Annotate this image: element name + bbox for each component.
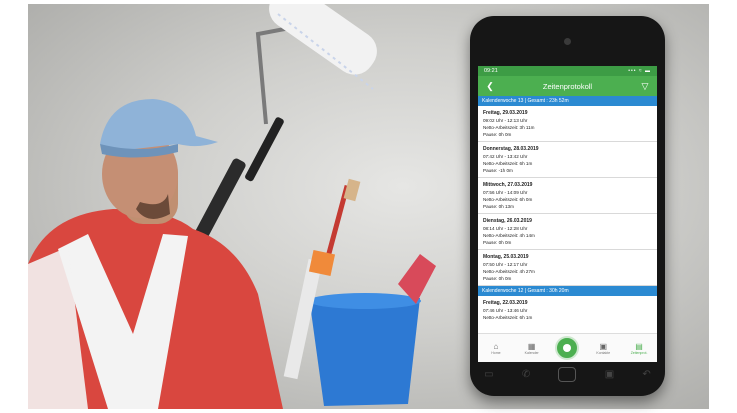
entry-net-time: Netto-Arbeitszeit: 4h 14m [483, 233, 535, 238]
entry-pause: Pause: 0h 0m [483, 240, 512, 245]
entry-time: 07:46 Uhr - 13:46 Uhr [483, 308, 528, 313]
phone-call-icon[interactable]: ✆ [522, 369, 530, 380]
entry-time: 09:02 Uhr - 12:13 Uhr [483, 118, 528, 123]
list-item[interactable]: Freitag, 29.03.2019 09:02 Uhr - 12:13 Uh… [478, 106, 657, 142]
entry-net-time: Netto-Arbeitszeit: 3h 11m [483, 125, 535, 130]
list-item[interactable]: Mittwoch, 27.03.2019 07:56 Uhr - 14:09 U… [478, 178, 657, 214]
entry-pause: Pause: 0h 13m [483, 204, 514, 209]
contacts-icon: ▣ [599, 341, 608, 351]
page-title: Zeitenprotokoll [542, 81, 593, 91]
back-key-icon[interactable]: ↶ [642, 369, 650, 380]
entry-pause: Pause: 0h 0m [483, 276, 512, 281]
time-log-icon: ▤ [635, 341, 643, 351]
recent-apps-icon[interactable]: ▭ [484, 369, 493, 380]
entry-net-time: Netto-Arbeitszeit: 6h 0m [483, 197, 533, 202]
status-time: 09:21 [484, 68, 498, 74]
home-icon: ⌂ [493, 341, 499, 351]
entry-net-time: Netto-Arbeitszeit: 4h 27m [483, 269, 535, 274]
nav-contacts[interactable]: ▣ Kontakte [591, 342, 615, 355]
nav-home[interactable]: ⌂ Home [484, 342, 508, 355]
week-header: Kalenderwoche 12 | Gesamt : 30h 20m [478, 286, 657, 296]
entry-date: Donnerstag, 28.03.2019 [483, 146, 539, 152]
entry-net-time: Netto-Arbeitszeit: 6h 1m [483, 315, 533, 320]
entry-time: 07:56 Uhr - 14:09 Uhr [483, 190, 528, 195]
entry-date: Freitag, 22.03.2019 [483, 300, 528, 306]
phone-softkeys: ▭ ✆ ▣ ↶ [470, 367, 665, 382]
home-key-icon[interactable] [558, 367, 577, 382]
nav-label: Home [491, 350, 501, 355]
list-item[interactable]: Montag, 25.03.2019 07:50 Uhr - 12:17 Uhr… [478, 250, 657, 286]
stamp-icon [563, 344, 572, 352]
app-bar: ❮ Zeitenprotokoll ▽ [478, 76, 657, 96]
entry-date: Freitag, 29.03.2019 [483, 110, 528, 116]
bottom-navigation: ⌂ Home ▦ Kalender ▣ Kontakte ▤ Zeitenpro… [478, 333, 657, 362]
nav-calendar[interactable]: ▦ Kalender [520, 342, 544, 355]
phone-screen: 09:21 ••• ≈ ▬ ❮ Zeitenprotokoll ▽ Kalend… [478, 66, 657, 362]
entry-date: Montag, 25.03.2019 [483, 254, 529, 260]
system-status-icons: ••• ≈ ▬ [628, 68, 651, 74]
camera-icon[interactable]: ▣ [605, 369, 614, 380]
stamp-button[interactable] [555, 336, 580, 360]
list-item[interactable]: Dienstag, 26.03.2019 08:14 Uhr - 12:28 U… [478, 214, 657, 250]
nav-label: Kontakte [596, 350, 611, 355]
nav-label: Zeitenprot. [630, 350, 648, 355]
entry-pause: Pause: -1h 0m [483, 168, 513, 173]
front-camera-icon [564, 38, 571, 45]
entry-net-time: Netto-Arbeitszeit: 6h 1m [483, 161, 533, 166]
smartphone: 09:21 ••• ≈ ▬ ❮ Zeitenprotokoll ▽ Kalend… [470, 16, 665, 396]
nav-label: Kalender [524, 350, 539, 355]
entry-date: Dienstag, 26.03.2019 [483, 218, 532, 224]
week-header: Kalenderwoche 13 | Gesamt : 23h 52m [478, 96, 657, 106]
entry-date: Mittwoch, 27.03.2019 [483, 182, 533, 188]
entry-time: 07:50 Uhr - 12:17 Uhr [483, 262, 528, 267]
filter-icon[interactable]: ▽ [639, 81, 651, 92]
nav-time-log[interactable]: ▤ Zeitenprot. [627, 342, 651, 355]
entry-pause: Pause: 0h 0m [483, 132, 512, 137]
list-item[interactable]: Freitag, 22.03.2019 07:46 Uhr - 13:46 Uh… [478, 296, 657, 324]
chevron-left-icon[interactable]: ❮ [484, 81, 496, 92]
calendar-icon: ▦ [527, 341, 536, 351]
status-bar: 09:21 ••• ≈ ▬ [478, 66, 657, 76]
list-item[interactable]: Donnerstag, 28.03.2019 07:42 Uhr - 13:42… [478, 142, 657, 178]
entry-time: 08:14 Uhr - 12:28 Uhr [483, 226, 528, 231]
entry-time: 07:42 Uhr - 13:42 Uhr [483, 154, 528, 159]
